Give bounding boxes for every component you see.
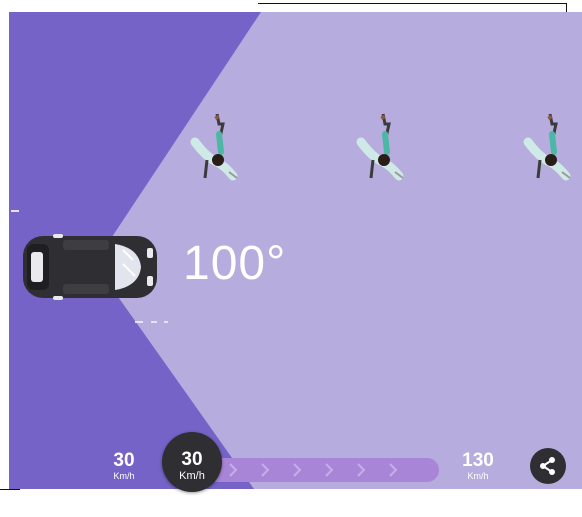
chevron-right-icon [357,463,366,477]
chevron-right-icon [325,463,334,477]
chevron-right-icon [229,463,238,477]
road-mark [151,321,157,323]
chevron-right-icon [389,463,398,477]
vision-angle-value: 100° [183,237,287,290]
speed-max-unit: Km/h [467,471,489,481]
speed-max-value: 130 [462,450,494,471]
speed-min-unit: Km/h [113,471,135,481]
chevron-right-icon [293,463,302,477]
vision-field-graphic [9,12,582,489]
road-mark [11,210,19,212]
share-icon [540,457,555,475]
share-button[interactable] [530,448,566,484]
speed-min-label: 30 Km/h [99,450,149,482]
speed-slider-knob[interactable]: 30 Km/h [162,432,222,492]
car-topview-icon [23,234,157,300]
vision-field-scene [9,12,582,489]
speed-current-value: 30 [181,449,203,470]
speed-slider-track[interactable] [205,458,439,482]
road-mark [164,321,168,323]
border-line-bottom [0,489,20,490]
app-frame: 100° 30 Km/h 30 Km/h 130 Km/h [0,0,582,517]
speed-min-value: 30 [113,450,135,471]
speed-current-unit: Km/h [179,470,205,482]
speed-max-label: 130 Km/h [453,450,503,482]
border-line-top [258,3,566,4]
road-mark [135,321,143,323]
chevron-right-icon [261,463,270,477]
